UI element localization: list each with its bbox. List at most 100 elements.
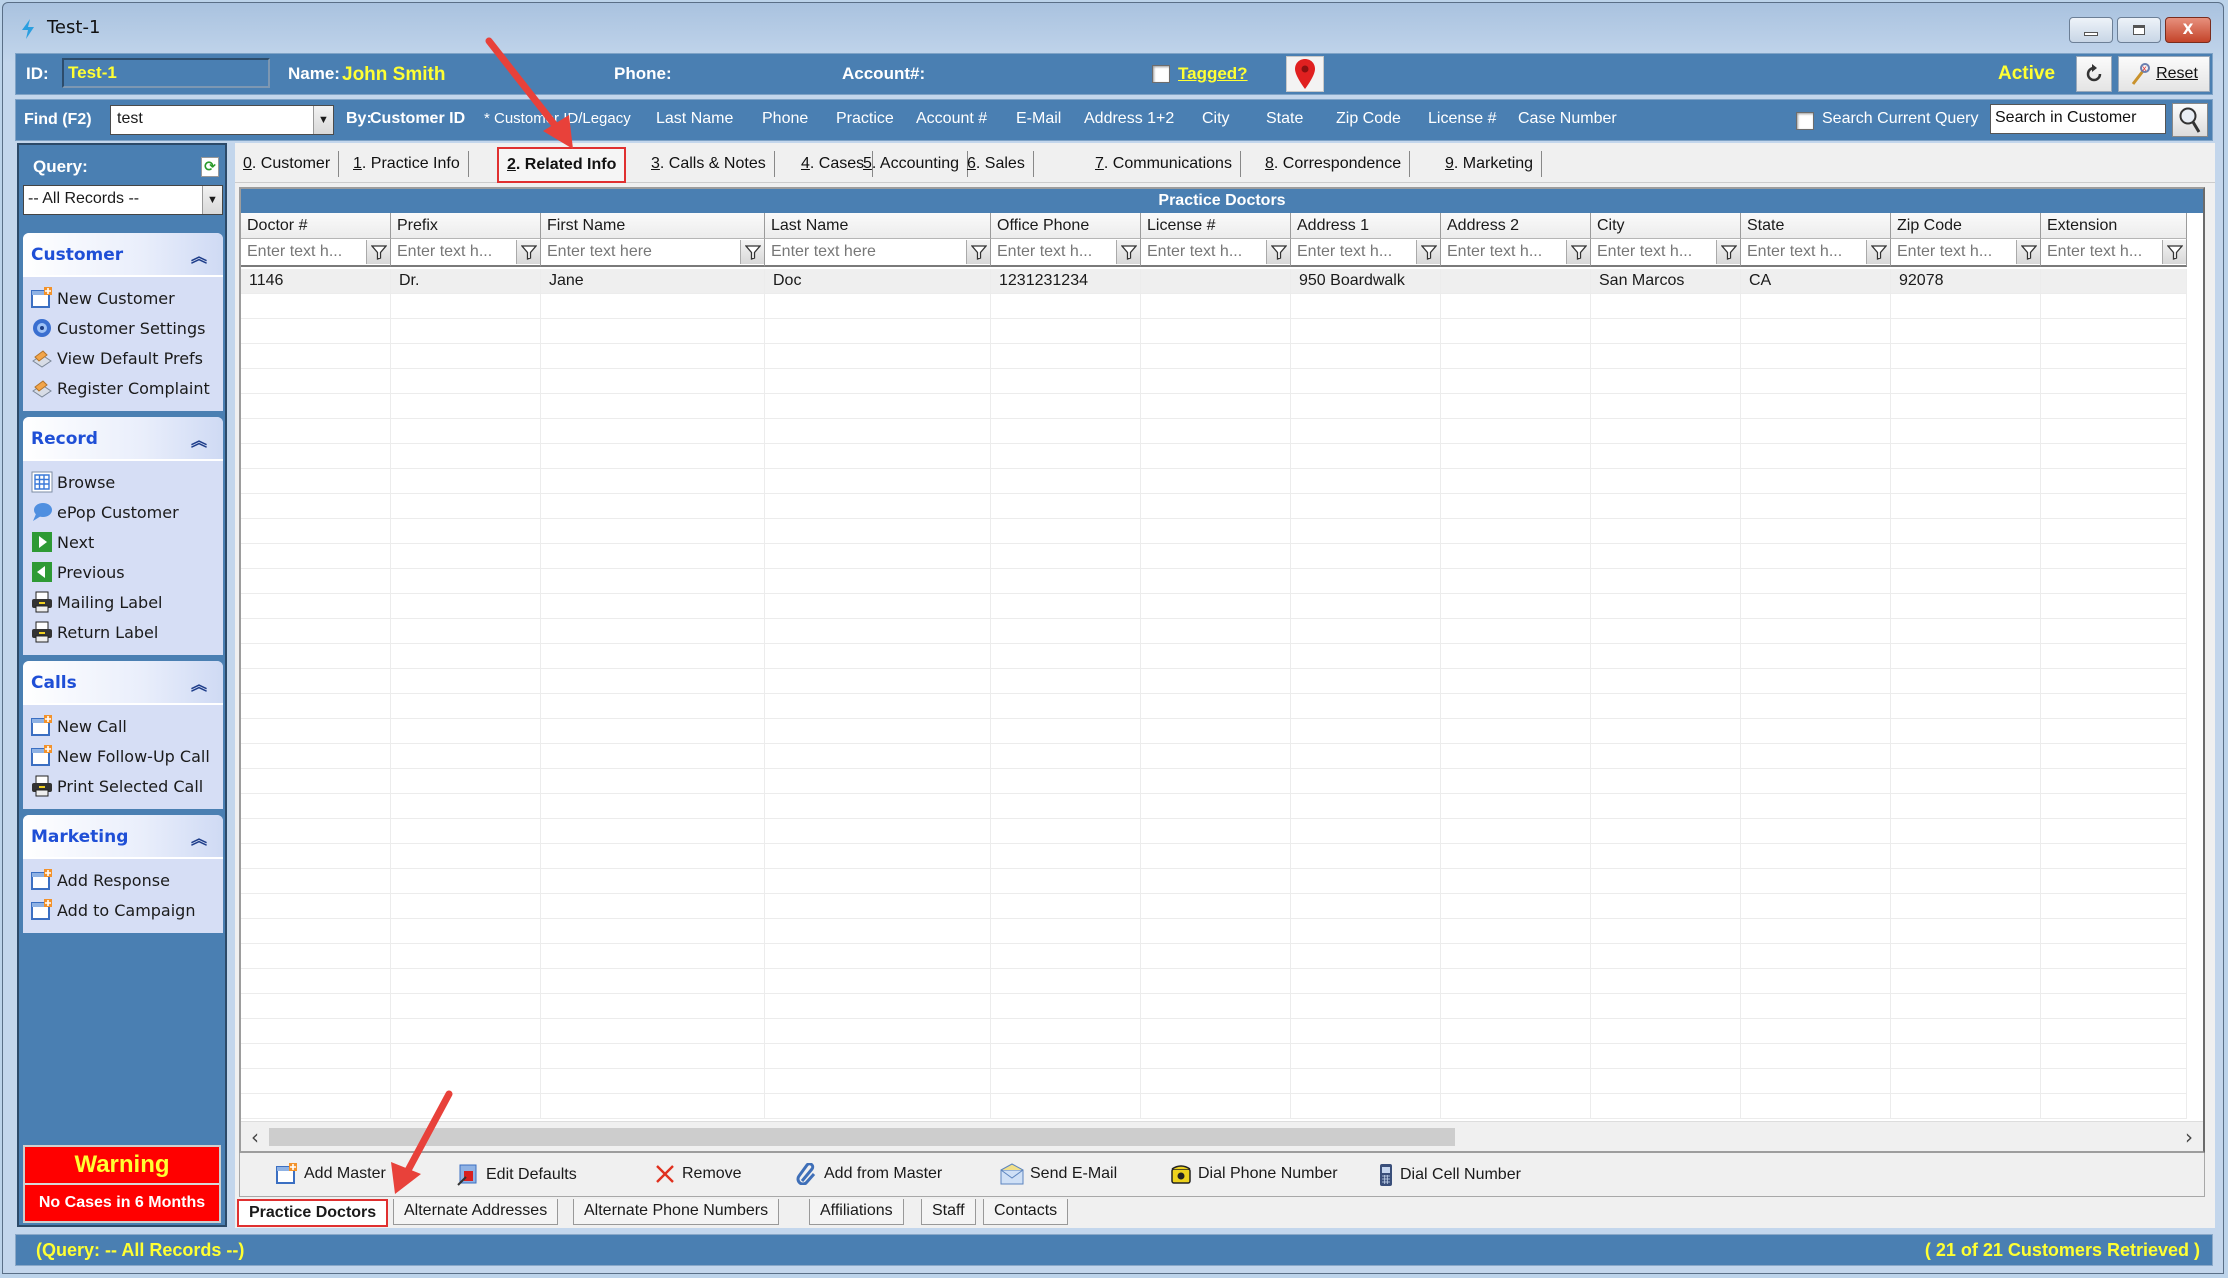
filter-funnel-icon[interactable] [1566,240,1590,264]
table-cell[interactable]: Jane [541,269,765,294]
column-header-doctor[interactable]: Doctor # [241,213,391,239]
sidebar-item-customer-settings[interactable]: Customer Settings [31,313,223,343]
find-by-phone[interactable]: Phone [762,110,808,128]
refresh-button[interactable] [2076,56,2112,92]
query-select[interactable]: -- All Records -- ▼ [23,185,223,215]
sidebar-item-next[interactable]: Next [31,527,223,557]
collapse-chevron-icon[interactable]: ︽ [191,427,207,451]
add-from-master-button[interactable]: Add from Master [796,1163,942,1185]
column-header-last-name[interactable]: Last Name [765,213,991,239]
find-by-account[interactable]: Account # [916,110,987,128]
minimize-button[interactable] [2069,17,2113,43]
table-row[interactable]: 1146 Dr. Jane Doc 1231231234 950 Boardwalk San… [241,269,2203,294]
table-cell[interactable]: Doc [765,269,991,294]
add-master-button[interactable]: Add Master [276,1163,386,1185]
filter-input-doctor[interactable] [241,240,364,264]
find-by-customer-id-legacy[interactable]: * Customer ID/Legacy [484,110,631,127]
edit-defaults-button[interactable]: Edit Defaults [456,1163,577,1187]
filter-funnel-icon[interactable] [1266,240,1290,264]
filter-funnel-icon[interactable] [1116,240,1140,264]
panel-header-calls[interactable]: Calls ︽ [23,661,223,705]
column-header-extension[interactable]: Extension [2041,213,2187,239]
maximize-button[interactable] [2117,17,2161,43]
filter-input-license[interactable] [1141,240,1264,264]
scroll-left-icon[interactable]: ‹ [243,1122,267,1152]
subtab-affiliations[interactable]: Affiliations [809,1199,904,1225]
table-cell[interactable]: 92078 [1891,269,2041,294]
collapse-chevron-icon[interactable]: ︽ [191,671,207,695]
filter-input-office-phone[interactable] [991,240,1114,264]
id-field[interactable]: Test-1 [62,58,270,88]
filter-funnel-icon[interactable] [2016,240,2040,264]
tagged-checkbox[interactable] [1152,65,1170,83]
map-pin-button[interactable] [1286,56,1324,92]
tab-correspondence[interactable]: 8. Correspondence [1257,151,1411,177]
column-header-address-1[interactable]: Address 1 [1291,213,1441,239]
remove-button[interactable]: Remove [654,1163,742,1185]
column-header-license[interactable]: License # [1141,213,1291,239]
find-dropdown-toggle[interactable]: ▼ [313,106,333,134]
panel-header-marketing[interactable]: Marketing ︽ [23,815,223,859]
tab-practice-info[interactable]: 1. Practice Info [345,151,469,177]
column-header-prefix[interactable]: Prefix [391,213,541,239]
column-header-city[interactable]: City [1591,213,1741,239]
find-by-state[interactable]: State [1266,110,1303,128]
table-cell[interactable]: CA [1741,269,1891,294]
find-input[interactable]: test ▼ [110,105,334,135]
sidebar-item-epop-customer[interactable]: ePop Customer [31,497,223,527]
subtab-alternate-addresses[interactable]: Alternate Addresses [393,1199,559,1225]
sidebar-item-previous[interactable]: Previous [31,557,223,587]
filter-input-state[interactable] [1741,240,1864,264]
find-by-license[interactable]: License # [1428,110,1497,128]
search-in-customer-input[interactable]: Search in Customer [1990,104,2166,134]
reset-button[interactable]: x Reset [2118,56,2210,92]
column-header-office-phone[interactable]: Office Phone [991,213,1141,239]
tab-calls-notes[interactable]: 3. Calls & Notes [643,151,775,177]
sidebar-item-register-complaint[interactable]: Register Complaint [31,373,223,403]
horizontal-scrollbar[interactable]: ‹ › [241,1121,2203,1151]
table-cell[interactable]: 1146 [241,269,391,294]
panel-header-record[interactable]: Record ︽ [23,417,223,461]
sidebar-item-browse[interactable]: Browse [31,467,223,497]
find-by-zip-code[interactable]: Zip Code [1336,110,1401,128]
dial-cell-number-button[interactable]: Dial Cell Number [1378,1163,1521,1187]
tab-sales[interactable]: 6. Sales [959,151,1034,177]
filter-funnel-icon[interactable] [366,240,390,264]
filter-input-prefix[interactable] [391,240,514,264]
table-cell[interactable] [1441,269,1591,294]
tab-related-info[interactable]: 2. Related Info [497,147,627,183]
column-header-address-2[interactable]: Address 2 [1441,213,1591,239]
subtab-alternate-phone-numbers[interactable]: Alternate Phone Numbers [573,1199,780,1225]
table-cell[interactable] [1141,269,1291,294]
close-button[interactable]: X [2165,17,2211,43]
table-cell[interactable]: Dr. [391,269,541,294]
column-header-zip-code[interactable]: Zip Code [1891,213,2041,239]
sidebar-item-new-follow-up-call[interactable]: New Follow-Up Call [31,741,223,771]
search-button[interactable] [2172,103,2208,137]
filter-funnel-icon[interactable] [1416,240,1440,264]
sidebar-item-view-default-prefs[interactable]: View Default Prefs [31,343,223,373]
filter-funnel-icon[interactable] [2162,240,2186,264]
sidebar-item-mailing-label[interactable]: Mailing Label [31,587,223,617]
tab-communications[interactable]: 7. Communications [1087,151,1241,177]
find-by-customer-id[interactable]: Customer ID [370,110,465,128]
sidebar-item-print-selected-call[interactable]: Print Selected Call [31,771,223,801]
sidebar-item-new-customer[interactable]: New Customer [31,283,223,313]
subtab-practice-doctors[interactable]: Practice Doctors [237,1199,389,1227]
dial-phone-number-button[interactable]: Dial Phone Number [1170,1163,1338,1185]
subtab-staff[interactable]: Staff [921,1199,976,1225]
collapse-chevron-icon[interactable]: ︽ [191,243,207,267]
tagged-label[interactable]: Tagged? [1178,64,1248,84]
column-header-first-name[interactable]: First Name [541,213,765,239]
table-cell[interactable] [2041,269,2187,294]
filter-funnel-icon[interactable] [1866,240,1890,264]
tab-marketing[interactable]: 9. Marketing [1437,151,1543,177]
filter-funnel-icon[interactable] [1716,240,1740,264]
filter-input-first-name[interactable] [541,240,738,264]
tab-accounting[interactable]: 5. Accounting [855,151,969,177]
column-header-state[interactable]: State [1741,213,1891,239]
sidebar-item-add-to-campaign[interactable]: Add to Campaign [31,895,223,925]
panel-header-customer[interactable]: Customer ︽ [23,233,223,277]
query-refresh-button[interactable]: ⟳ [201,157,219,177]
search-current-query-checkbox[interactable] [1796,112,1814,130]
